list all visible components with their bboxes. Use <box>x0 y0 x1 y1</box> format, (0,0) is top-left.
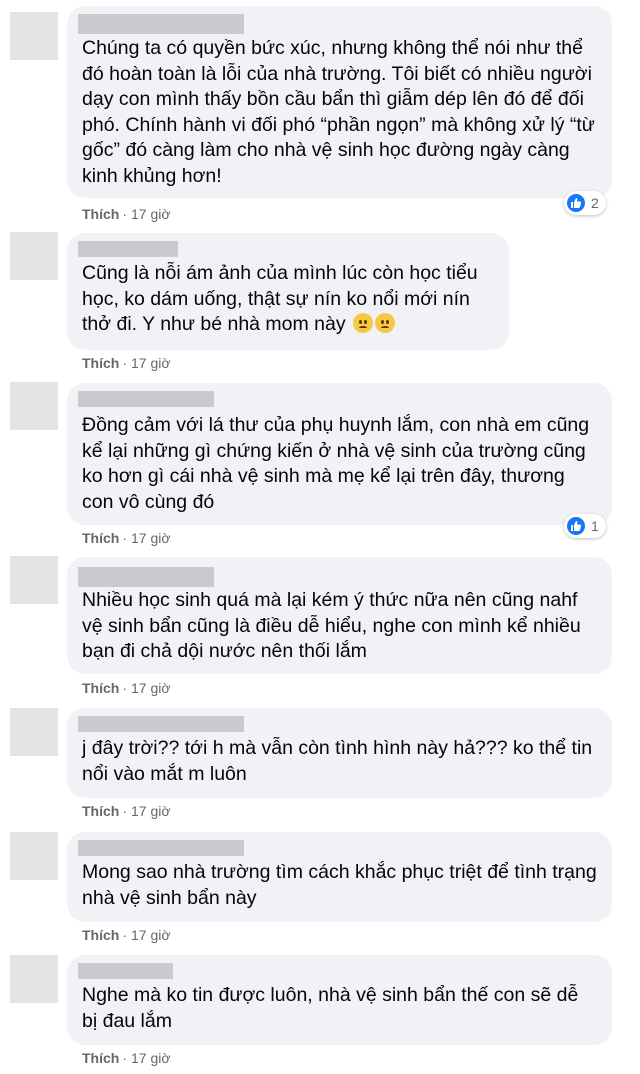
timestamp[interactable]: 17 giờ <box>131 1050 171 1066</box>
timestamp[interactable]: 17 giờ <box>131 803 171 819</box>
comment-bubble: Mong sao nhà trường tìm cách khắc phục t… <box>67 832 612 922</box>
comment-bubble: Nhiều học sinh quá mà lại kém ý thức nữa… <box>67 557 612 674</box>
comment-actions: Thích · 17 giờ <box>82 355 171 371</box>
commenter-name-redacted[interactable] <box>78 567 214 587</box>
avatar[interactable] <box>10 382 58 430</box>
comment-actions: Thích · 17 giờ <box>82 927 171 943</box>
timestamp[interactable]: 17 giờ <box>131 355 171 371</box>
reaction-count[interactable]: 1 <box>564 514 606 538</box>
avatar[interactable] <box>10 12 58 60</box>
comment-actions: Thích · 17 giờ <box>82 206 171 222</box>
comment-bubble: Chúng ta có quyền bức xúc, nhưng không t… <box>67 6 612 198</box>
comment-actions: Thích · 17 giờ <box>82 1050 171 1066</box>
commenter-name-redacted[interactable] <box>78 241 178 257</box>
like-button[interactable]: Thích <box>82 206 119 222</box>
comment-bubble: j đây trời?? tới h mà vẫn còn tình hình … <box>67 708 612 798</box>
timestamp[interactable]: 17 giờ <box>131 680 171 696</box>
comment-bubble: Nghe mà ko tin được luôn, nhà vệ sinh bẩ… <box>67 955 612 1045</box>
comment-text-content: Cũng là nỗi ám ảnh của mình lúc còn học … <box>82 262 478 336</box>
avatar[interactable] <box>10 556 58 604</box>
timestamp[interactable]: 17 giờ <box>131 206 171 222</box>
like-button[interactable]: Thích <box>82 927 119 943</box>
comment-actions: Thích · 17 giờ <box>82 530 171 546</box>
comment-text: Đồng cảm với lá thư của phụ huynh lắm, c… <box>82 414 590 513</box>
reaction-count-text: 1 <box>591 518 599 534</box>
commenter-name-redacted[interactable] <box>78 716 244 732</box>
like-button[interactable]: Thích <box>82 355 119 371</box>
reaction-count-text: 2 <box>591 195 599 211</box>
commenter-name-redacted[interactable] <box>78 391 214 407</box>
comment-actions: Thích · 17 giờ <box>82 803 171 819</box>
sad-face-emoji-icon <box>353 313 374 334</box>
commenter-name-redacted[interactable] <box>78 840 244 856</box>
like-button[interactable]: Thích <box>82 1050 119 1066</box>
avatar[interactable] <box>10 955 58 1003</box>
commenter-name-redacted[interactable] <box>78 963 173 979</box>
comment-text: Nhiều học sinh quá mà lại kém ý thức nữa… <box>82 589 581 663</box>
reaction-count[interactable]: 2 <box>564 191 606 215</box>
comment-bubble: Cũng là nỗi ám ảnh của mình lúc còn học … <box>67 233 509 350</box>
avatar[interactable] <box>10 232 58 280</box>
comment-text: Cũng là nỗi ám ảnh của mình lúc còn học … <box>82 261 495 338</box>
timestamp[interactable]: 17 giờ <box>131 927 171 943</box>
thumbs-up-icon <box>567 194 585 212</box>
avatar[interactable] <box>10 832 58 880</box>
avatar[interactable] <box>10 708 58 756</box>
timestamp[interactable]: 17 giờ <box>131 530 171 546</box>
like-button[interactable]: Thích <box>82 803 119 819</box>
comment-text: Chúng ta có quyền bức xúc, nhưng không t… <box>82 37 595 187</box>
comment-actions: Thích · 17 giờ <box>82 680 171 696</box>
comment-text: Nghe mà ko tin được luôn, nhà vệ sinh bẩ… <box>82 984 579 1032</box>
commenter-name-redacted[interactable] <box>78 14 244 34</box>
comment-text: j đây trời?? tới h mà vẫn còn tình hình … <box>82 737 593 785</box>
comment-bubble: Đồng cảm với lá thư của phụ huynh lắm, c… <box>67 383 612 525</box>
sad-face-emoji-icon <box>375 313 396 334</box>
like-button[interactable]: Thích <box>82 680 119 696</box>
thumbs-up-icon <box>567 517 585 535</box>
like-button[interactable]: Thích <box>82 530 119 546</box>
comment-text: Mong sao nhà trường tìm cách khắc phục t… <box>82 861 597 909</box>
